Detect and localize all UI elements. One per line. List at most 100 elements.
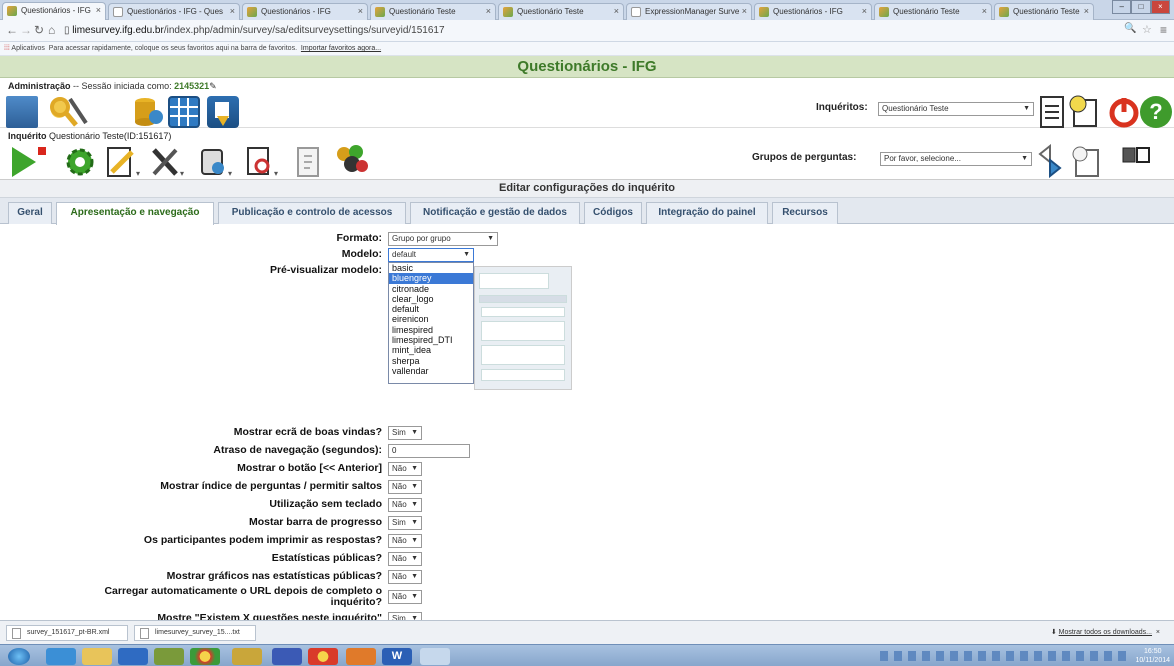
modelo-option[interactable]: default [389, 304, 473, 314]
modelo-option[interactable]: limespired [389, 325, 473, 335]
back-arrow-icon[interactable]: ← [6, 23, 18, 37]
text-elements-edit-icon[interactable]: ▾ [106, 146, 140, 178]
browser-tab[interactable]: Questionários - IFG × [754, 3, 872, 20]
global-settings-icon[interactable] [48, 95, 88, 127]
close-tab-icon[interactable]: × [742, 4, 747, 19]
modelo-option[interactable]: basic [389, 263, 473, 273]
browser-tab[interactable]: Questionário Teste × [370, 3, 496, 20]
modelo-option[interactable]: mint_idea [389, 345, 473, 355]
setting-select[interactable]: Não ▼ [388, 570, 422, 584]
download-item[interactable]: survey_151617_pt-BR.xml [6, 625, 128, 641]
app-icon[interactable] [232, 648, 262, 665]
edit-pencil-icon[interactable]: ✎ [209, 81, 217, 91]
outlook-icon[interactable] [118, 648, 148, 665]
browser-tab[interactable]: Questionários - IFG × [242, 3, 368, 20]
modelo-select[interactable]: default ▼ [388, 248, 474, 262]
app-icon[interactable] [154, 648, 184, 665]
chrome-icon[interactable] [308, 648, 338, 665]
setting-select[interactable]: Não ▼ [388, 552, 422, 566]
setting-select[interactable]: Não ▼ [388, 590, 422, 604]
firefox-icon[interactable] [346, 648, 376, 665]
chrome-icon[interactable] [190, 648, 220, 665]
formato-select[interactable]: Grupo por grupo ▼ [388, 232, 498, 246]
internet-explorer-icon[interactable] [46, 648, 76, 665]
forward-arrow-icon[interactable]: → [20, 23, 32, 37]
navigation-delay-input[interactable]: 0 [388, 444, 470, 458]
word-icon[interactable]: W [382, 648, 412, 665]
activate-survey-icon[interactable] [10, 145, 46, 177]
zoom-icon[interactable]: 🔍 [1124, 23, 1136, 34]
browser-tab[interactable]: Questionário Teste × [498, 3, 624, 20]
app-icon[interactable] [272, 648, 302, 665]
question-groups-select[interactable]: Por favor, selecione... ▼ [880, 152, 1032, 166]
tab-geral[interactable]: Geral [8, 202, 52, 224]
home-icon[interactable]: ⌂ [48, 23, 55, 37]
create-survey-icon[interactable] [1068, 94, 1100, 127]
modelo-option[interactable]: vallendar [389, 366, 473, 376]
close-tab-icon[interactable]: × [230, 4, 235, 19]
modelo-option[interactable]: eirenicon [389, 314, 473, 324]
close-tab-icon[interactable]: × [96, 3, 101, 18]
modelo-option[interactable]: sherpa [389, 356, 473, 366]
system-clock[interactable]: 16:50 10/11/2014 [1135, 647, 1170, 665]
start-button-icon[interactable] [8, 648, 30, 665]
close-tab-icon[interactable]: × [614, 4, 619, 19]
modelo-option[interactable]: clear_logo [389, 294, 473, 304]
close-tab-icon[interactable]: × [982, 4, 987, 19]
window-close-icon[interactable]: × [1150, 0, 1170, 14]
tab-integracao-painel[interactable]: Integração do painel [646, 202, 768, 224]
modelo-option[interactable]: bluengrey [389, 273, 473, 284]
participants-icon[interactable] [334, 144, 368, 176]
help-icon[interactable]: ? [1140, 96, 1172, 128]
setting-select[interactable]: Não ▼ [388, 498, 422, 512]
modelo-option[interactable]: citronade [389, 284, 473, 294]
tab-apresentacao-navegacao[interactable]: Apresentação e navegação [56, 202, 214, 225]
tab-publicacao-acessos[interactable]: Publicação e controlo de acessos [218, 202, 406, 224]
import-bookmarks-link[interactable]: Importar favoritos agora... [301, 45, 381, 52]
setting-select[interactable]: Sim ▼ [388, 426, 422, 440]
default-admin-page-icon[interactable] [6, 96, 38, 128]
navigate-arrows-icon[interactable] [1038, 143, 1070, 179]
file-explorer-icon[interactable] [82, 648, 112, 665]
bookmark-star-icon[interactable]: ☆ [1142, 23, 1152, 36]
url-field[interactable]: ▯ limesurvey.ifg.edu.br/index.php/admin/… [64, 23, 1110, 39]
apps-link[interactable]: Aplicativos [11, 45, 44, 52]
browser-tab[interactable]: Questionário Teste × [874, 3, 992, 20]
add-question-group-icon[interactable] [1070, 144, 1102, 177]
survey-tools-icon[interactable]: ▾ [150, 146, 184, 178]
app-icon[interactable] [420, 648, 450, 665]
show-all-downloads-link[interactable]: ⬇ Mostrar todos os downloads... × [1051, 628, 1160, 636]
minimize-panel-icon[interactable] [1122, 146, 1152, 166]
close-tab-icon[interactable]: × [486, 4, 491, 19]
setting-select[interactable]: Não ▼ [388, 462, 422, 476]
survey-logic-file-icon[interactable] [292, 146, 324, 178]
close-downloads-icon[interactable]: × [1156, 629, 1160, 636]
setting-select[interactable]: Não ▼ [388, 534, 422, 548]
download-item[interactable]: limesurvey_survey_15....txt [134, 625, 256, 641]
tab-notificacao-dados[interactable]: Notificação e gestão de dados [410, 202, 580, 224]
minimize-icon[interactable]: – [1112, 0, 1132, 14]
browser-tab[interactable]: Questionários - IFG × [2, 2, 106, 20]
import-survey-icon[interactable] [207, 96, 239, 128]
setting-select[interactable]: Sim ▼ [388, 516, 422, 530]
backup-database-icon[interactable] [168, 96, 200, 128]
browser-tab[interactable]: Questionário Teste × [994, 3, 1094, 20]
close-tab-icon[interactable]: × [1084, 4, 1089, 19]
check-data-integrity-icon[interactable] [132, 95, 164, 127]
responses-browse-icon[interactable]: ▾ [244, 146, 278, 178]
close-tab-icon[interactable]: × [358, 4, 363, 19]
modelo-option[interactable]: limespired_DTI [389, 335, 473, 345]
survey-settings-gear-icon[interactable] [64, 146, 96, 178]
display-export-icon[interactable]: ▾ [198, 146, 232, 178]
setting-select[interactable]: Não ▼ [388, 480, 422, 494]
browser-tab[interactable]: ExpressionManager Surve × [626, 3, 752, 20]
chrome-menu-icon[interactable]: ≡ [1160, 23, 1167, 37]
reload-icon[interactable]: ↻ [34, 23, 44, 37]
close-tab-icon[interactable]: × [862, 4, 867, 19]
maximize-icon[interactable]: □ [1131, 0, 1151, 14]
surveys-select[interactable]: Questionário Teste ▼ [878, 102, 1034, 116]
tab-recursos[interactable]: Recursos [772, 202, 838, 224]
logout-icon[interactable] [1108, 96, 1140, 128]
browser-tab[interactable]: Questionários - IFG - Ques × [108, 3, 240, 20]
tab-codigos[interactable]: Códigos [584, 202, 642, 224]
